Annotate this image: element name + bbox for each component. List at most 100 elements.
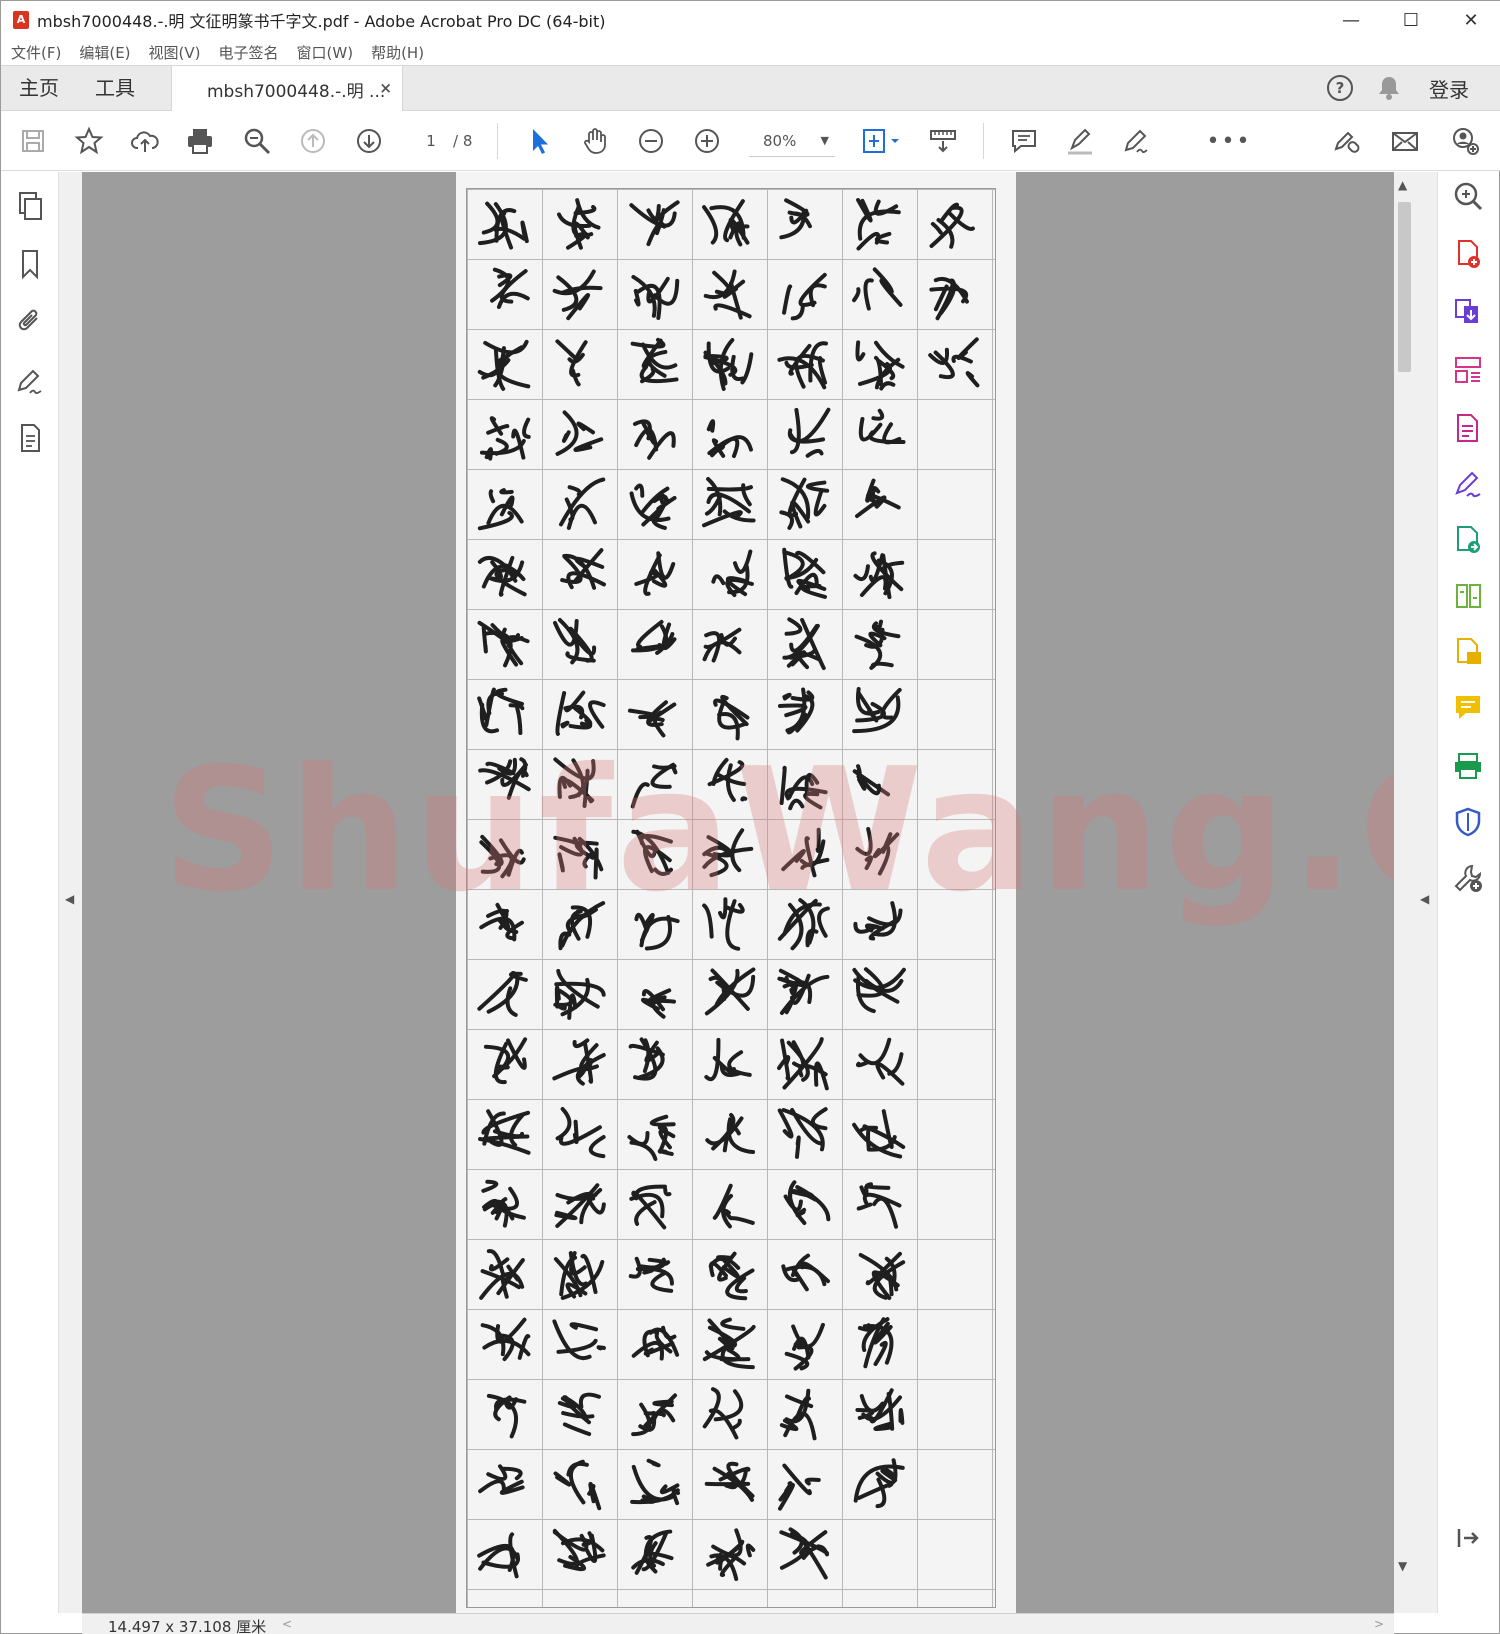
attachment-icon[interactable] xyxy=(15,306,45,338)
page-number-input[interactable]: 1 xyxy=(413,128,449,154)
menu-window[interactable]: 窗口(W) xyxy=(297,42,354,63)
glyph-stroke xyxy=(704,1037,721,1081)
bell-icon[interactable] xyxy=(1377,75,1401,101)
glyph-stroke xyxy=(562,1422,592,1437)
compare-files-icon[interactable] xyxy=(1452,580,1484,612)
select-cursor-icon[interactable] xyxy=(523,125,555,157)
organize-pages-icon[interactable] xyxy=(1452,354,1484,386)
fit-page-icon[interactable] xyxy=(859,125,905,157)
tab-home[interactable]: 主页 xyxy=(19,66,59,110)
document-properties-icon[interactable] xyxy=(15,422,45,454)
tab-tools[interactable]: 工具 xyxy=(95,66,135,110)
glyph-stroke xyxy=(793,1342,804,1348)
glyph-stroke xyxy=(805,448,824,458)
zoom-level-value: 80% xyxy=(763,132,797,150)
menu-help[interactable]: 帮助(H) xyxy=(371,42,424,63)
comment-icon[interactable] xyxy=(1008,125,1040,157)
page-thumbnails-icon[interactable] xyxy=(15,190,45,222)
glyph-stroke xyxy=(596,1345,606,1351)
signature-icon[interactable] xyxy=(15,366,45,398)
calligraphy-glyph xyxy=(552,269,603,321)
menu-view[interactable]: 视图(V) xyxy=(149,42,201,63)
menu-edit[interactable]: 编辑(E) xyxy=(79,42,130,63)
scroll-left-icon[interactable]: < xyxy=(282,1617,292,1631)
scroll-mode-icon[interactable] xyxy=(927,125,959,157)
right-panel-toggle[interactable]: ◀ xyxy=(1415,172,1437,1613)
glyph-stroke xyxy=(578,1392,601,1409)
create-pdf-icon[interactable] xyxy=(1452,238,1484,270)
send-for-review-icon[interactable] xyxy=(1452,524,1484,556)
help-icon[interactable]: ? xyxy=(1327,75,1353,101)
glyph-stroke xyxy=(522,417,531,439)
glyph-stroke xyxy=(784,617,803,636)
menu-file[interactable]: 文件(F) xyxy=(11,42,61,63)
close-window-button[interactable]: ✕ xyxy=(1441,1,1500,39)
cloud-upload-icon[interactable] xyxy=(129,125,161,157)
save-icon[interactable] xyxy=(17,125,49,157)
edit-pdf-icon[interactable] xyxy=(1452,412,1484,444)
calligraphy-glyph xyxy=(779,765,828,811)
calligraphy-glyph xyxy=(552,1319,606,1361)
calligraphy-glyph xyxy=(705,1112,756,1155)
comment-tool-icon[interactable] xyxy=(1452,692,1484,724)
scroll-right-icon[interactable]: > xyxy=(1374,1617,1384,1631)
zoom-out-icon[interactable] xyxy=(635,125,667,157)
print-icon[interactable] xyxy=(184,125,216,157)
page-size-readout: 14.497 x 37.108 厘米 xyxy=(108,1618,267,1634)
glyph-stroke xyxy=(643,1393,678,1428)
calligraphy-glyph xyxy=(855,1037,905,1086)
glyph-stroke xyxy=(593,847,599,880)
share-file-icon[interactable] xyxy=(1452,636,1484,668)
calligraphy-glyph xyxy=(631,829,673,877)
star-icon[interactable] xyxy=(73,125,105,157)
glyph-stroke xyxy=(575,198,601,230)
calligraphy-glyph xyxy=(480,1317,531,1362)
protect-shield-icon[interactable] xyxy=(1452,806,1484,838)
glyph-stroke xyxy=(815,827,821,853)
email-icon[interactable] xyxy=(1389,125,1421,157)
calligraphy-glyph xyxy=(557,1392,601,1437)
glyph-stroke xyxy=(630,782,650,809)
glyph-stroke xyxy=(560,720,570,729)
login-button[interactable]: 登录 xyxy=(1429,74,1469,103)
left-panel-toggle[interactable]: ◀ xyxy=(59,172,82,1613)
next-page-icon[interactable] xyxy=(353,125,385,157)
calligraphy-glyph xyxy=(857,1317,894,1369)
scroll-up-icon[interactable]: ▲ xyxy=(1398,178,1407,192)
bookmark-icon[interactable] xyxy=(15,248,45,280)
menu-e-sign[interactable]: 电子签名 xyxy=(219,42,279,63)
collapse-panel-icon[interactable] xyxy=(1452,1522,1484,1554)
close-tab-icon[interactable]: × xyxy=(379,79,392,97)
window-title: mbsh7000448.-.明 文征明篆书千字文.pdf - Adobe Acr… xyxy=(37,12,606,31)
more-tools-icon[interactable]: ••• xyxy=(1207,125,1250,157)
zoom-in-icon[interactable] xyxy=(691,125,723,157)
export-pdf-icon[interactable] xyxy=(1452,296,1484,328)
previous-page-icon[interactable] xyxy=(297,125,329,157)
glyph-stroke xyxy=(718,897,728,920)
glyph-stroke xyxy=(873,1340,888,1367)
tab-document[interactable]: mbsh7000448.-.明 ... × xyxy=(171,66,403,112)
calligraphy-glyph xyxy=(553,969,606,1020)
share-link-icon[interactable] xyxy=(1331,125,1363,157)
document-viewport[interactable]: ShufaWang.CN xyxy=(82,172,1500,1613)
glyph-stroke xyxy=(631,1402,652,1437)
zoom-level-select[interactable]: 80% ▼ xyxy=(749,125,835,157)
calligraphy-glyph xyxy=(478,1109,531,1155)
highlight-pen-icon[interactable] xyxy=(1064,125,1096,157)
fill-sign-icon[interactable] xyxy=(1452,468,1484,500)
search-icon[interactable] xyxy=(241,125,273,157)
maximize-button[interactable]: ☐ xyxy=(1381,1,1441,39)
add-user-icon[interactable] xyxy=(1449,125,1481,157)
sign-pen-icon[interactable] xyxy=(1120,125,1152,157)
hand-tool-icon[interactable] xyxy=(579,125,611,157)
glyph-stroke xyxy=(557,852,565,873)
more-tools-wrench-icon[interactable] xyxy=(1452,862,1484,894)
scan-ocr-icon[interactable] xyxy=(1452,750,1484,782)
zoom-search-icon[interactable] xyxy=(1452,180,1484,212)
scroll-down-icon[interactable]: ▼ xyxy=(1398,1559,1407,1573)
left-navigation-rail xyxy=(1,172,59,1613)
scrollbar-thumb[interactable] xyxy=(1398,202,1411,372)
calligraphy-strokes xyxy=(477,198,980,1581)
minimize-button[interactable]: — xyxy=(1321,1,1381,39)
vertical-scrollbar[interactable]: ▲ ▼ xyxy=(1394,172,1415,1613)
